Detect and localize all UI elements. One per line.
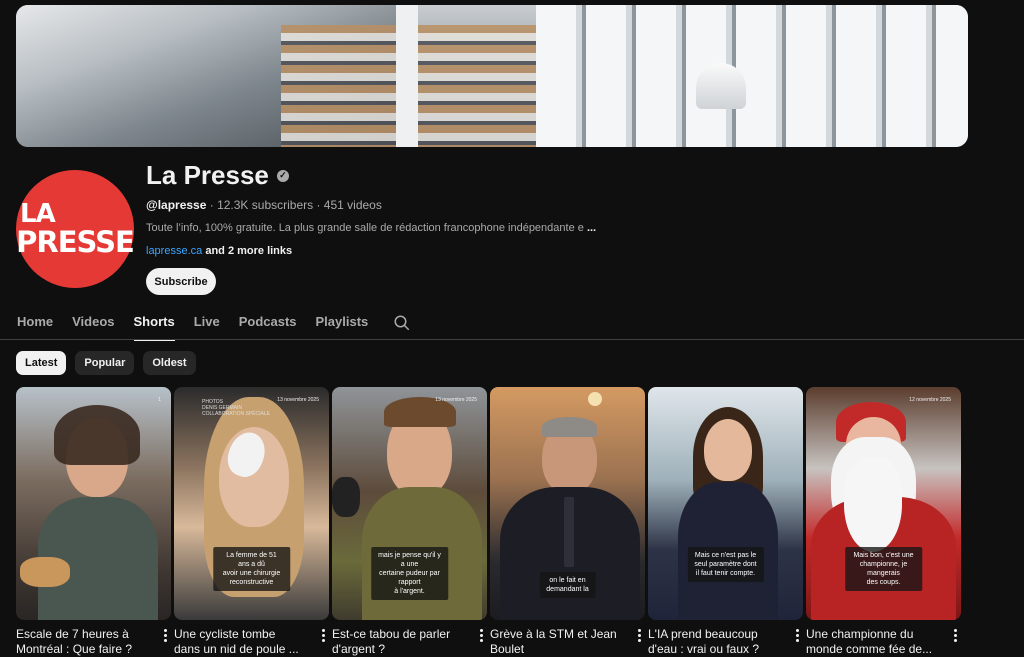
channel-avatar[interactable]: LA PRESSE: [16, 170, 135, 288]
channel-description[interactable]: Toute l’info, 100% gratuite. La plus gra…: [146, 222, 596, 234]
short-title[interactable]: Escale de 7 heures à Montréal : Que fair…: [16, 627, 151, 657]
tab-live[interactable]: Live: [194, 306, 220, 340]
tab-videos[interactable]: Videos: [72, 306, 114, 340]
short-thumbnail[interactable]: PHOTOS DENIS GERMAIN COLLABORATION SPÉCI…: [174, 387, 329, 620]
short-date: 1: [158, 397, 161, 403]
more-link[interactable]: ...more: [587, 222, 596, 234]
short-card[interactable]: PHOTOS DENIS GERMAIN COLLABORATION SPÉCI…: [174, 387, 329, 657]
channel-handle: @lapresse: [146, 198, 207, 212]
tab-home[interactable]: Home: [17, 306, 53, 340]
banner-image-column: [396, 5, 418, 147]
short-title[interactable]: Une cycliste tombe dans un nid de poule …: [174, 627, 309, 657]
banner-image-windows: [536, 5, 968, 147]
more-options-icon[interactable]: [949, 627, 961, 643]
short-thumbnail[interactable]: 13 novembre 2025 mais je pense qu'il y a…: [332, 387, 487, 620]
short-caption: Mais bon, c'est une championne, je mange…: [844, 547, 923, 591]
short-card[interactable]: Mais ce n'est pas le seul paramètre dont…: [648, 387, 803, 657]
short-title[interactable]: Une championne du monde comme fée de...: [806, 627, 941, 657]
banner-image-lamp: [696, 63, 746, 109]
channel-meta: @lapresse · 12.3K subscribers · 451 vide…: [146, 198, 382, 212]
channel-title: La Presse ✓: [146, 160, 289, 191]
short-thumbnail[interactable]: 12 novembre 2025 Mais bon, c'est une cha…: [806, 387, 961, 620]
short-date: 13 novembre 2025: [277, 397, 319, 403]
shorts-grid: 1 Escale de 7 heures à Montréal : Que fa…: [16, 387, 961, 657]
logo-text-la: LA: [20, 199, 56, 229]
short-date: 13 novembre 2025: [435, 397, 477, 403]
short-card[interactable]: on le fait en demandant la Grève à la ST…: [490, 387, 645, 657]
description-text: Toute l’info, 100% gratuite. La plus gra…: [146, 222, 584, 234]
short-thumbnail[interactable]: on le fait en demandant la: [490, 387, 645, 620]
channel-banner: [16, 5, 968, 147]
short-caption: mais je pense qu'il y a une certaine pud…: [370, 547, 449, 600]
channel-links: lapresse.ca and 2 more links: [146, 245, 292, 257]
more-links[interactable]: and 2 more links: [205, 245, 292, 257]
meta-separator: ·: [313, 198, 324, 212]
verified-icon: ✓: [276, 169, 289, 182]
more-options-icon[interactable]: [633, 627, 645, 643]
more-options-icon[interactable]: [791, 627, 803, 643]
logo-text-presse: PRESSE: [16, 225, 135, 259]
short-title[interactable]: Est-ce tabou de parler d'argent ?: [332, 627, 467, 657]
sort-chips: Latest Popular Oldest: [16, 351, 196, 375]
tab-shorts[interactable]: Shorts: [133, 306, 175, 341]
short-caption: on le fait en demandant la: [539, 572, 596, 598]
meta-separator: ·: [206, 198, 218, 212]
more-options-icon[interactable]: [317, 627, 329, 643]
chip-popular[interactable]: Popular: [75, 351, 135, 375]
more-options-icon[interactable]: [475, 627, 487, 643]
subscriber-count: 12.3K subscribers: [217, 198, 314, 212]
photo-credit: PHOTOS DENIS GERMAIN COLLABORATION SPÉCI…: [202, 399, 270, 417]
more-options-icon[interactable]: [159, 627, 171, 643]
website-link[interactable]: lapresse.ca: [146, 245, 202, 257]
subscribe-button[interactable]: Subscribe: [146, 268, 216, 295]
short-card[interactable]: 12 novembre 2025 Mais bon, c'est une cha…: [806, 387, 961, 657]
search-icon[interactable]: [393, 314, 411, 332]
tab-playlists[interactable]: Playlists: [316, 306, 369, 340]
short-date: 12 novembre 2025: [909, 397, 951, 403]
short-caption: La femme de 51 ans a dû avoir une chirur…: [212, 547, 291, 591]
short-caption: Mais ce n'est pas le seul paramètre dont…: [687, 547, 764, 582]
tab-podcasts[interactable]: Podcasts: [239, 306, 297, 340]
video-count: 451 videos: [323, 198, 382, 212]
short-card[interactable]: 1 Escale de 7 heures à Montréal : Que fa…: [16, 387, 171, 657]
channel-name: La Presse: [146, 160, 269, 190]
chip-latest[interactable]: Latest: [16, 351, 67, 375]
short-title[interactable]: Grève à la STM et Jean Boulet: [490, 627, 625, 657]
channel-tabs: Home Videos Shorts Live Podcasts Playlis…: [17, 306, 411, 341]
short-card[interactable]: 13 novembre 2025 mais je pense qu'il y a…: [332, 387, 487, 657]
short-thumbnail[interactable]: Mais ce n'est pas le seul paramètre dont…: [648, 387, 803, 620]
chip-oldest[interactable]: Oldest: [143, 351, 196, 375]
short-thumbnail[interactable]: 1: [16, 387, 171, 620]
short-title[interactable]: L'IA prend beaucoup d'eau : vrai ou faux…: [648, 627, 783, 657]
tabs-divider: [0, 339, 1024, 340]
